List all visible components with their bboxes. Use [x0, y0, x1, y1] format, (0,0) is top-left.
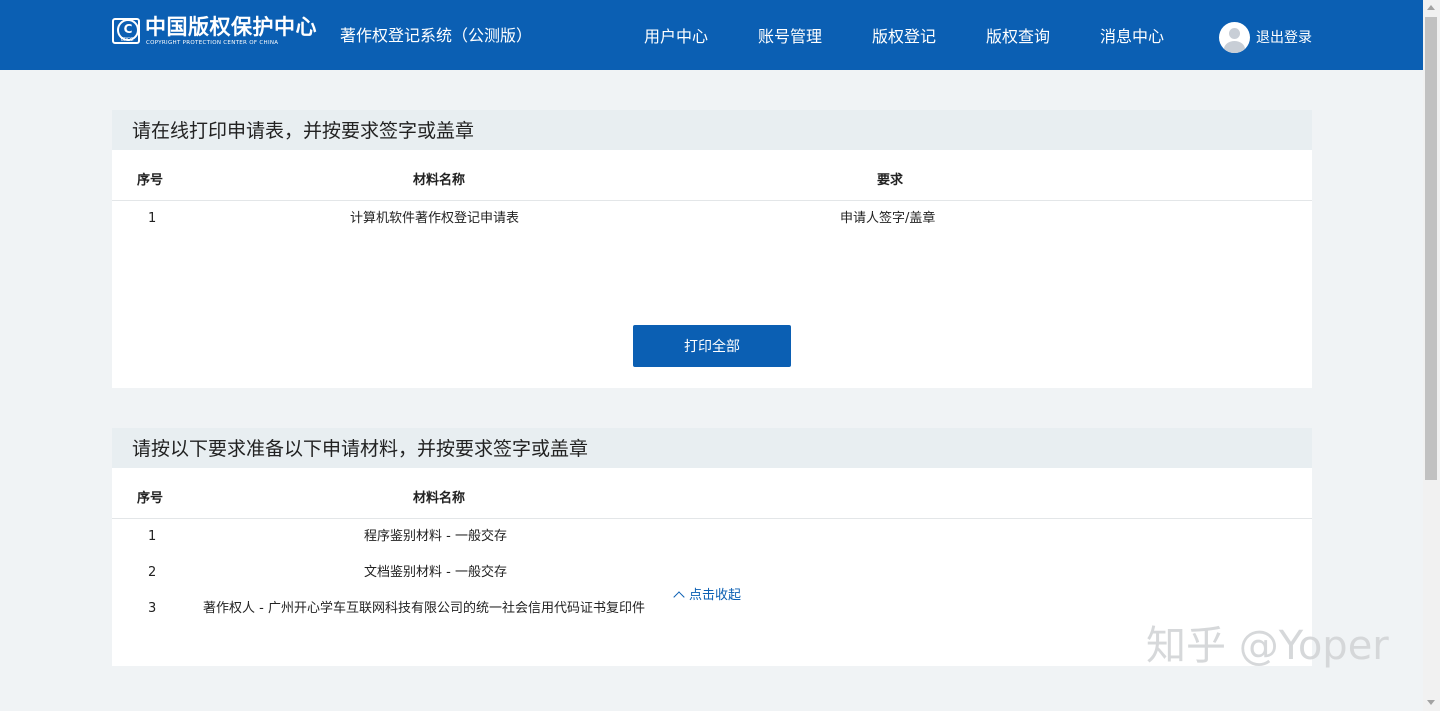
table-divider	[112, 518, 1312, 519]
panel-header: 请在线打印申请表，并按要求签字或盖章	[112, 110, 1312, 150]
row-material-name: 计算机软件著作权登记申请表	[350, 211, 520, 226]
watermark: 知乎 @Yoper	[1146, 623, 1389, 669]
logout-link[interactable]: 退出登录	[1256, 29, 1312, 47]
column-header-material-name: 材料名称	[413, 173, 466, 188]
top-navigation-bar: C CPCC 中国版权保护中心 COPYRIGHT PROTECTION CEN…	[0, 0, 1423, 70]
logo-english-name: COPYRIGHT PROTECTION CENTER OF CHINA	[146, 40, 279, 46]
scroll-down-arrow-icon[interactable]	[1427, 700, 1435, 705]
column-header-material-name: 材料名称	[413, 491, 466, 506]
nav-item-message-center[interactable]: 消息中心	[1100, 27, 1164, 47]
nav-item-user-center[interactable]: 用户中心	[644, 27, 708, 47]
row-material-name: 著作权人 - 广州开心学车互联网科技有限公司的统一社会信用代码证书复印件	[203, 601, 645, 616]
column-header-number: 序号	[137, 173, 164, 188]
user-icon-body	[1224, 41, 1245, 53]
prepare-materials-panel: 请按以下要求准备以下申请材料，并按要求签字或盖章 序号 材料名称 1 程序鉴别材…	[112, 428, 1312, 666]
scrollbar-thumb[interactable]	[1425, 17, 1437, 480]
row-material-name: 文档鉴别材料 - 一般交存	[364, 565, 507, 580]
nav-item-account-management[interactable]: 账号管理	[758, 27, 822, 47]
nav-item-copyright-query[interactable]: 版权查询	[986, 27, 1050, 47]
print-application-panel: 请在线打印申请表，并按要求签字或盖章 序号 材料名称 要求 1 计算机软件著作权…	[112, 110, 1312, 388]
collapse-link[interactable]: 点击收起	[673, 588, 742, 604]
row-number: 1	[148, 211, 157, 226]
row-number: 3	[148, 601, 157, 616]
collapse-label: 点击收起	[689, 588, 742, 603]
scroll-up-arrow-icon[interactable]	[1427, 5, 1435, 10]
row-number: 1	[148, 529, 157, 544]
vertical-scrollbar[interactable]	[1423, 0, 1440, 711]
system-title: 著作权登记系统（公测版）	[340, 26, 533, 45]
panel-header: 请按以下要求准备以下申请材料，并按要求签字或盖章	[112, 428, 1312, 468]
nav-item-copyright-registration[interactable]: 版权登记	[872, 27, 936, 47]
copyright-logo-icon: C CPCC	[112, 18, 140, 44]
chevron-up-icon	[673, 591, 685, 603]
row-number: 2	[148, 565, 157, 580]
user-icon	[1229, 28, 1240, 39]
logo-chinese-name: 中国版权保护中心	[145, 15, 317, 39]
row-requirement: 申请人签字/盖章	[840, 211, 936, 226]
column-header-requirement: 要求	[877, 173, 904, 188]
print-all-button[interactable]: 打印全部	[633, 325, 791, 367]
panel-title: 请在线打印申请表，并按要求签字或盖章	[132, 120, 475, 142]
logo-abbr: CPCC	[120, 37, 134, 43]
row-material-name: 程序鉴别材料 - 一般交存	[364, 529, 507, 544]
avatar[interactable]	[1219, 22, 1250, 53]
table-divider	[112, 200, 1312, 201]
panel-title: 请按以下要求准备以下申请材料，并按要求签字或盖章	[132, 438, 589, 460]
column-header-number: 序号	[137, 491, 164, 506]
